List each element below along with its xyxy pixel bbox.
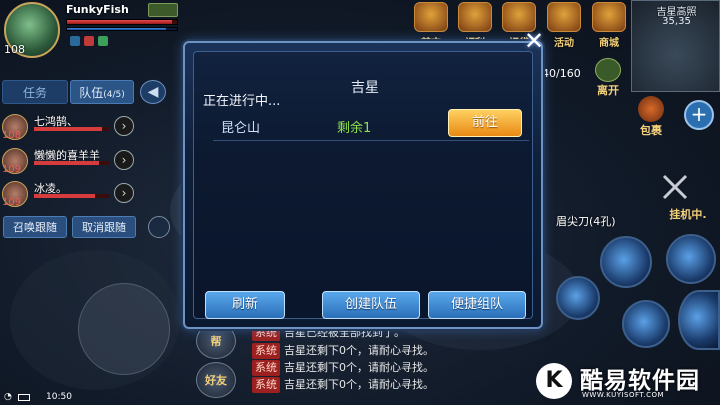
chat-line: 系统 吉星还剩下0个，请耐心寻找。	[252, 343, 434, 359]
guild-label: 帮	[210, 335, 222, 348]
player-name: FunkyFish	[66, 3, 129, 16]
leave-button[interactable]: 离开	[590, 58, 626, 97]
watermark-name: 酷易软件园	[580, 368, 700, 394]
buff-icon	[70, 36, 80, 46]
quick-team-button[interactable]: 便捷组队	[428, 291, 526, 319]
chat-text: 吉星还剩下0个，请耐心寻找。	[284, 344, 434, 357]
tab-team[interactable]: 队伍(4/5)	[70, 80, 134, 104]
top-icon-shop[interactable]: 商城	[589, 2, 629, 49]
member-hp-fill	[34, 194, 95, 198]
minimap-coords: 35,35	[662, 16, 691, 27]
chevron-right-icon[interactable]: ›	[114, 116, 134, 136]
cancel-follow-button[interactable]: 取消跟随	[72, 216, 136, 238]
member-level: 108	[2, 130, 22, 141]
chat-text: 吉星还剩下0个，请耐心寻找。	[284, 361, 434, 374]
close-icon[interactable]: ✕	[522, 29, 546, 54]
tab-team-count: (4/5)	[103, 90, 125, 100]
chat-line: 系统 吉星还剩下0个，请耐心寻找。	[252, 360, 434, 376]
skill-button[interactable]	[556, 276, 600, 320]
bag-count: 40/160	[542, 67, 581, 80]
member-hp-fill	[34, 161, 99, 165]
buff-icon	[84, 36, 94, 46]
go-button[interactable]: 前往	[448, 109, 522, 137]
player-mp-fill	[67, 28, 166, 30]
top-icon-label: 商城	[599, 38, 619, 49]
auto-battle-button[interactable]: 挂机中.	[660, 172, 716, 221]
welfare-icon	[458, 2, 492, 32]
bag-icon	[638, 96, 664, 122]
chat-line: 系统 吉星还剩下0个，请耐心寻找。	[252, 377, 434, 393]
plus-icon: +	[690, 102, 708, 126]
summon-follow-button[interactable]: 召唤跟随	[3, 216, 67, 238]
team-member-row[interactable]: 109 懒懒的喜羊羊 ›	[2, 146, 136, 176]
member-hp-fill	[34, 127, 103, 131]
player-hp-bar	[66, 19, 178, 25]
member-hp-bar	[34, 161, 110, 165]
watermark: K 酷易软件园 WWW.KUYISOFT.COM	[520, 355, 720, 405]
first-charge-icon	[414, 2, 448, 32]
friends-label: 好友	[205, 374, 227, 387]
chevron-right-icon[interactable]: ›	[114, 150, 134, 170]
member-level: 109	[2, 164, 22, 175]
watermark-logo-letter: K	[545, 368, 563, 393]
expand-menu-button[interactable]: +	[684, 100, 714, 130]
collapse-panel-button[interactable]: ◀	[140, 80, 166, 104]
buff-icon	[98, 36, 108, 46]
create-team-button[interactable]: 创建队伍	[322, 291, 420, 319]
wifi-icon: ◔	[4, 392, 12, 402]
shop-icon	[592, 2, 626, 32]
auto-battle-label: 挂机中.	[669, 208, 707, 221]
chat-tag: 系统	[252, 377, 280, 393]
watermark-url: WWW.KUYISOFT.COM	[582, 391, 665, 399]
top-icon-activity[interactable]: 活动	[544, 2, 584, 49]
member-hp-bar	[34, 127, 110, 131]
task-dialog: 吉星 正在进行中... 昆仑山 剩余1 前往 刷新 创建队伍 便捷组队	[183, 41, 543, 329]
dialog-status: 正在进行中...	[203, 94, 281, 109]
chevron-left-icon: ◀	[147, 84, 159, 100]
activity-icon	[547, 2, 581, 32]
chat-text: 吉星还剩下0个，请耐心寻找。	[284, 378, 434, 391]
skill-button[interactable]	[600, 236, 652, 288]
refresh-button[interactable]: 刷新	[205, 291, 285, 319]
clock-time: 10:50	[46, 392, 72, 402]
battery-icon	[18, 394, 30, 401]
skill-button[interactable]	[678, 290, 720, 350]
skill-button[interactable]	[666, 234, 716, 284]
player-level: 108	[4, 43, 25, 56]
team-member-row[interactable]: 109 冰凌。 ›	[2, 179, 136, 209]
task-remaining: 剩余1	[337, 121, 372, 136]
chevron-right-icon[interactable]: ›	[114, 183, 134, 203]
player-frame: 108 FunkyFish	[0, 0, 185, 58]
weapon-label: 眉尖刀(4孔)	[556, 215, 616, 228]
chat-tag: 系统	[252, 360, 280, 376]
leave-label: 离开	[597, 84, 619, 97]
exit-icon	[595, 58, 621, 82]
bag-label: 包裹	[640, 124, 662, 137]
crossed-swords-icon	[662, 174, 688, 200]
top-icon-label: 活动	[554, 38, 574, 49]
player-hp-fill	[67, 20, 172, 24]
movement-joystick[interactable]	[78, 283, 170, 375]
minimap[interactable]: 吉星高照 35,35	[631, 0, 720, 92]
tab-task[interactable]: 任务	[2, 80, 68, 104]
task-row: 昆仑山 剩余1 前往	[213, 109, 529, 141]
bag-button[interactable]: 包裹	[632, 96, 670, 138]
pk-mode-button[interactable]	[148, 3, 178, 17]
member-level: 109	[2, 197, 22, 208]
chat-tag: 系统	[252, 343, 280, 359]
headset-icon[interactable]	[148, 216, 170, 238]
tab-team-label: 队伍	[79, 86, 104, 100]
team-member-row[interactable]: 108 七鸿鹄、 ›	[2, 112, 136, 142]
watermark-logo: K	[536, 363, 572, 399]
skill-button[interactable]	[622, 300, 670, 348]
member-hp-bar	[34, 194, 110, 198]
player-mp-bar	[66, 27, 178, 31]
task-location: 昆仑山	[221, 121, 261, 136]
status-bar: ◔ 10:50	[0, 391, 200, 405]
friends-button[interactable]: 好友	[196, 362, 236, 398]
